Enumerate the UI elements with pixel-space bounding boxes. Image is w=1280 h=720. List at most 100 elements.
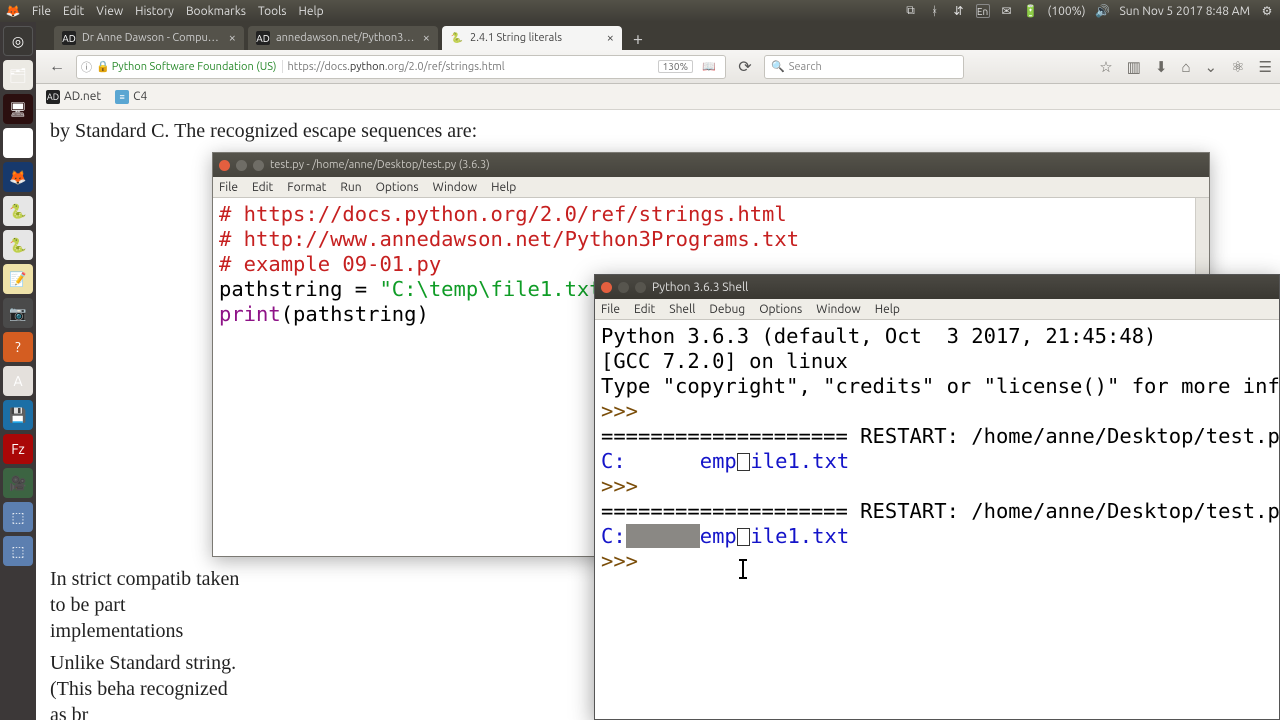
- favicon: AD: [256, 31, 270, 45]
- help-icon[interactable]: ?: [3, 332, 33, 362]
- window-maximize-icon[interactable]: [253, 160, 264, 171]
- browser-tab-active[interactable]: 🐍 2.4.1 String literals ×: [442, 26, 622, 50]
- dropbox-icon[interactable]: ⧉: [904, 4, 918, 18]
- window-title: test.py - /home/anne/Desktop/test.py (3.…: [270, 159, 490, 171]
- python-icon[interactable]: 🐍: [3, 196, 33, 226]
- shell-menubar: File Edit Shell Debug Options Window Hel…: [595, 299, 1279, 320]
- language-icon[interactable]: En: [976, 4, 990, 18]
- shell-menu-shell[interactable]: Shell: [669, 303, 695, 316]
- menu-icon[interactable]: ☰: [1259, 58, 1272, 76]
- window-minimize-icon[interactable]: [236, 160, 247, 171]
- menu-edit[interactable]: Edit: [63, 5, 84, 18]
- favicon: AD: [62, 31, 76, 45]
- search-bar[interactable]: 🔍 Search: [764, 55, 964, 79]
- shell-output-area[interactable]: Python 3.6.3 (default, Oct 3 2017, 21:45…: [595, 320, 1279, 719]
- idle-menu-options[interactable]: Options: [376, 181, 419, 194]
- clock[interactable]: Sun Nov 5 2017 8:48 AM: [1120, 5, 1250, 18]
- screenshot-icon[interactable]: 📷: [3, 298, 33, 328]
- window-minimize-icon[interactable]: [618, 282, 629, 293]
- reload-button[interactable]: ⟳: [732, 54, 758, 80]
- misc-app-icon-2[interactable]: ⬚: [3, 536, 33, 566]
- idle-menu-file[interactable]: File: [219, 181, 238, 194]
- search-icon: 🔍: [771, 60, 785, 73]
- text-cursor-icon: [742, 560, 744, 578]
- idle-icon[interactable]: 🐍: [3, 230, 33, 260]
- terminal-icon[interactable]: 🖥: [3, 94, 33, 124]
- idle-menu-format[interactable]: Format: [287, 181, 326, 194]
- shell-menu-debug[interactable]: Debug: [709, 303, 745, 316]
- url-bar[interactable]: ⓘ 🔒 Python Software Foundation (US) http…: [76, 55, 726, 79]
- idle-menubar: File Edit Format Run Options Window Help: [213, 177, 1209, 198]
- reader-icon[interactable]: 📖: [697, 60, 721, 73]
- shell-menu-options[interactable]: Options: [759, 303, 802, 316]
- battery-icon[interactable]: 🔋: [1024, 4, 1038, 18]
- idle-menu-help[interactable]: Help: [491, 181, 516, 194]
- text-editor-icon[interactable]: 📝: [3, 264, 33, 294]
- menu-history[interactable]: History: [135, 5, 174, 18]
- idle-menu-run[interactable]: Run: [340, 181, 361, 194]
- shell-menu-help[interactable]: Help: [875, 303, 900, 316]
- new-tab-button[interactable]: +: [626, 28, 650, 50]
- battery-text: (100%): [1048, 5, 1086, 18]
- zoom-level[interactable]: 130%: [658, 60, 693, 73]
- browser-tab[interactable]: AD Dr Anne Dawson - Computer S… ×: [54, 26, 244, 50]
- dash-icon[interactable]: ◎: [3, 26, 33, 56]
- window-close-icon[interactable]: [219, 160, 230, 171]
- misc-app-icon[interactable]: ⬚: [3, 502, 33, 532]
- downloads-icon[interactable]: ⬇: [1155, 58, 1168, 76]
- library-icon[interactable]: ▥: [1127, 58, 1141, 76]
- network-icon[interactable]: ⇵: [952, 4, 966, 18]
- extension-icon[interactable]: ⚛: [1231, 58, 1244, 76]
- disk-icon[interactable]: 💾: [3, 400, 33, 430]
- tab-label: 2.4.1 String literals: [470, 32, 601, 44]
- files-icon[interactable]: 🗂: [3, 60, 33, 90]
- menu-tools[interactable]: Tools: [258, 5, 287, 18]
- shell-menu-file[interactable]: File: [601, 303, 620, 316]
- bookmark-label: C4: [133, 90, 147, 103]
- filezilla-icon[interactable]: Fz: [3, 434, 33, 464]
- idle-menu-edit[interactable]: Edit: [252, 181, 273, 194]
- site-identity[interactable]: 🔒 Python Software Foundation (US): [96, 60, 283, 73]
- idle-menu-window[interactable]: Window: [433, 181, 477, 194]
- window-maximize-icon[interactable]: [635, 282, 646, 293]
- window-title: Python 3.6.3 Shell: [652, 281, 748, 294]
- window-close-icon[interactable]: [601, 282, 612, 293]
- bookmark-label: AD.net: [64, 90, 101, 103]
- bookmark-star-icon[interactable]: ☆: [1099, 58, 1112, 76]
- chrome-icon[interactable]: ◕: [3, 128, 33, 158]
- window-titlebar[interactable]: test.py - /home/anne/Desktop/test.py (3.…: [213, 153, 1209, 177]
- search-placeholder: Search: [789, 61, 822, 73]
- url-text: https://docs.python.org/2.0/ref/strings.…: [287, 61, 504, 73]
- info-icon[interactable]: ⓘ: [81, 59, 92, 75]
- recorder-icon[interactable]: 🎥: [3, 468, 33, 498]
- mail-icon[interactable]: ✉: [1000, 4, 1014, 18]
- bookmark-item[interactable]: ≡ C4: [115, 90, 147, 104]
- back-button[interactable]: ←: [44, 54, 70, 80]
- menu-bookmarks[interactable]: Bookmarks: [186, 5, 246, 18]
- shell-menu-edit[interactable]: Edit: [634, 303, 655, 316]
- page-paragraph: Unlike Standard string. (This beha recog…: [50, 650, 240, 720]
- lock-icon: 🔒: [96, 60, 110, 73]
- browser-toolbar: ← ⓘ 🔒 Python Software Foundation (US) ht…: [36, 50, 1280, 84]
- software-icon[interactable]: A: [3, 366, 33, 396]
- shell-menu-window[interactable]: Window: [816, 303, 860, 316]
- firefox-icon[interactable]: 🦊: [3, 162, 33, 192]
- menu-file[interactable]: File: [32, 5, 51, 18]
- browser-tab[interactable]: AD annedawson.net/Python3Prog… ×: [248, 26, 438, 50]
- menu-view[interactable]: View: [96, 5, 123, 18]
- pocket-icon[interactable]: ⌄: [1205, 58, 1218, 76]
- bluetooth-icon[interactable]: ᚼ: [928, 4, 942, 18]
- close-tab-icon[interactable]: ×: [423, 31, 430, 45]
- close-tab-icon[interactable]: ×: [607, 31, 614, 45]
- window-titlebar[interactable]: Python 3.6.3 Shell: [595, 275, 1279, 299]
- favicon: 🐍: [450, 31, 464, 45]
- gear-icon[interactable]: ⚙: [1260, 4, 1274, 18]
- page-paragraph: by Standard C. The recognized escape seq…: [50, 118, 1266, 144]
- home-icon[interactable]: ⌂: [1181, 58, 1190, 76]
- menu-help[interactable]: Help: [299, 5, 324, 18]
- tab-label: Dr Anne Dawson - Computer S…: [82, 32, 223, 44]
- close-tab-icon[interactable]: ×: [229, 31, 236, 45]
- bookmark-item[interactable]: AD AD.net: [46, 90, 101, 104]
- volume-icon[interactable]: 🔊: [1096, 4, 1110, 18]
- python-shell-window[interactable]: Python 3.6.3 Shell File Edit Shell Debug…: [594, 274, 1280, 720]
